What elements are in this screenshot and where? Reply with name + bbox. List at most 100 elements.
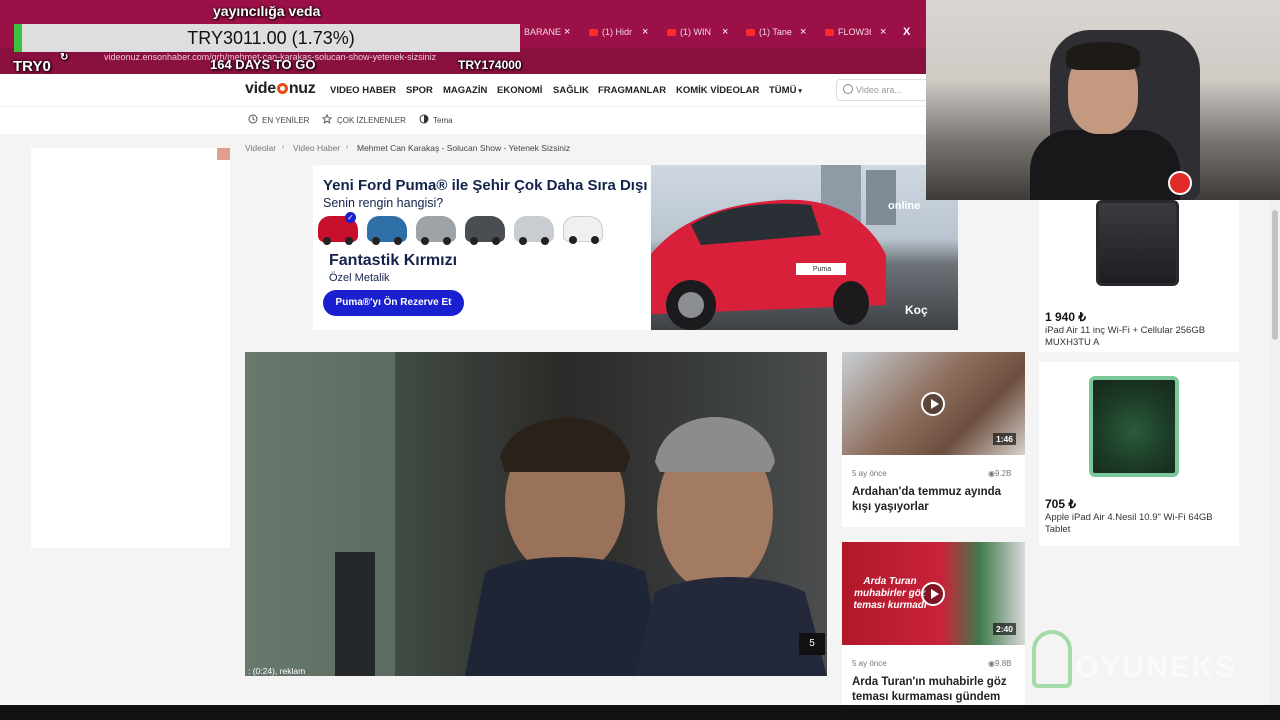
nav-tumu-label: TÜMÜ bbox=[769, 85, 797, 96]
color-swatch-blue[interactable] bbox=[367, 216, 407, 245]
tab-label: (1) Hidr bbox=[602, 27, 633, 37]
browser-tab[interactable]: (1) WIN bbox=[667, 22, 717, 42]
youtube-icon bbox=[589, 29, 598, 37]
color-swatch-grey[interactable] bbox=[465, 216, 505, 245]
x-logo-icon: X bbox=[903, 26, 911, 38]
breadcrumb-videos[interactable]: Videolar bbox=[245, 143, 276, 153]
play-icon[interactable] bbox=[921, 392, 945, 416]
browser-tab[interactable]: BARANE bbox=[524, 22, 564, 42]
youtube-icon bbox=[667, 29, 676, 37]
video-duration: 1:46 bbox=[993, 433, 1017, 445]
refresh-icon: ↻ bbox=[60, 52, 69, 63]
bottom-bar bbox=[0, 705, 1280, 720]
tab-close-icon[interactable]: × bbox=[880, 22, 886, 42]
product-name[interactable]: Apple iPad Air 4.Nesil 10.9" Wi-Fi 64GB … bbox=[1045, 512, 1225, 536]
ad-timer: : (0:24), reklam bbox=[248, 666, 306, 676]
ad-color-name: Fantastik Kırmızı bbox=[329, 252, 458, 269]
chevron-right-icon: › bbox=[282, 144, 285, 151]
video-duration: 2:40 bbox=[993, 623, 1017, 635]
logo-text-left: vide bbox=[245, 80, 276, 97]
tab-label: BARANE bbox=[524, 27, 562, 37]
ad-partner: Koç bbox=[905, 303, 928, 317]
eye-icon: ◉ bbox=[988, 659, 995, 668]
color-swatch-silver[interactable] bbox=[416, 216, 456, 245]
counter-left: TRY0 bbox=[13, 58, 51, 75]
thumbnail-caption: Arda Turan muhabirler göz teması kurmadı bbox=[853, 576, 927, 611]
star-icon bbox=[322, 114, 332, 124]
screen: BARANE × (1) Hidr × (1) WIN × (1) Tane ×… bbox=[0, 0, 1280, 720]
theme-icon bbox=[419, 114, 429, 124]
ipad-image bbox=[1096, 200, 1179, 286]
breadcrumb-current: Mehmet Can Karakaş - Solucan Show - Yete… bbox=[357, 143, 571, 153]
play-icon[interactable] bbox=[921, 582, 945, 606]
chevron-right-icon: › bbox=[346, 144, 349, 151]
ad-brand: online bbox=[888, 200, 921, 212]
oyuneks-logo-icon bbox=[1032, 630, 1072, 688]
tab-label: (1) WIN bbox=[680, 27, 711, 37]
video-age: 5 ay önce bbox=[852, 659, 887, 668]
tab-close-icon[interactable]: × bbox=[800, 22, 806, 42]
scrollbar-thumb[interactable] bbox=[1272, 210, 1278, 340]
tab-close-icon[interactable]: × bbox=[564, 22, 570, 42]
adchoices-icon[interactable] bbox=[217, 148, 230, 160]
view-count-value: 9.8B bbox=[994, 659, 1012, 668]
browser-tab[interactable]: FLOW36 bbox=[825, 22, 871, 42]
nav-magazin[interactable]: MAGAZİN bbox=[443, 85, 487, 96]
nav-tumu[interactable]: TÜMÜ ▾ bbox=[769, 85, 802, 96]
sub-nav bbox=[0, 107, 926, 134]
site-logo[interactable]: vide nuz bbox=[245, 80, 316, 98]
related-video-title[interactable]: Arda Turan'ın muhabirle göz teması kurma… bbox=[852, 675, 1017, 705]
tab-label: (1) Tane bbox=[759, 27, 792, 37]
video-age: 5 ay önce bbox=[852, 469, 887, 478]
history-icon bbox=[248, 114, 258, 124]
tab-label: FLOW36 bbox=[838, 27, 871, 37]
product-price: 1 940 ₺ bbox=[1045, 310, 1086, 324]
product-name[interactable]: iPad Air 11 inç Wi-Fi + Cellular 256GB M… bbox=[1045, 325, 1225, 349]
subnav-newest[interactable]: EN YENİLER bbox=[262, 116, 309, 125]
ad-subtitle: Senin rengin hangisi? bbox=[323, 196, 444, 210]
color-swatch-white[interactable] bbox=[563, 216, 603, 244]
turkish-flag-icon bbox=[1168, 171, 1192, 195]
ipad-image bbox=[1089, 376, 1179, 477]
browser-tab[interactable]: (1) Tane bbox=[746, 22, 796, 42]
product-price: 705 ₺ bbox=[1045, 497, 1076, 511]
nav-fragmanlar[interactable]: FRAGMANLAR bbox=[598, 85, 666, 96]
nav-komik-videolar[interactable]: KOMİK VİDEOLAR bbox=[676, 85, 759, 96]
skip-counter[interactable]: 5 bbox=[799, 633, 825, 655]
color-swatch-light-grey[interactable] bbox=[514, 216, 554, 245]
nav-saglik[interactable]: SAĞLIK bbox=[553, 85, 589, 96]
caret-down-icon: ▾ bbox=[796, 88, 802, 95]
nav-spor[interactable]: SPOR bbox=[406, 85, 433, 96]
ticker-value: TRY3011.00 (1.73%) bbox=[187, 28, 355, 48]
nav-video-haber[interactable]: VIDEO HABER bbox=[330, 85, 396, 96]
browser-tab[interactable]: X bbox=[903, 22, 923, 42]
left-ad-slot bbox=[31, 148, 230, 548]
selected-check-icon: ✓ bbox=[345, 212, 356, 223]
ad-title: Yeni Ford Puma® ile Şehir Çok Daha Sıra … bbox=[323, 177, 648, 194]
view-count: ◉9.2B bbox=[988, 469, 1011, 478]
reserve-button[interactable]: Puma®'yı Ön Rezerve Et bbox=[323, 290, 464, 316]
ad-finish: Özel Metalik bbox=[329, 272, 390, 284]
video-player[interactable] bbox=[245, 352, 827, 676]
tab-close-icon[interactable]: × bbox=[642, 22, 648, 42]
youtube-icon bbox=[825, 29, 834, 37]
tab-close-icon[interactable]: × bbox=[722, 22, 728, 42]
donation-ticker: TRY3011.00 (1.73%) bbox=[14, 24, 520, 52]
streamer-body bbox=[1030, 130, 1180, 200]
goal-amount: TRY174000 bbox=[458, 58, 522, 72]
ad-plate: Puma bbox=[800, 264, 844, 275]
browser-tab[interactable]: (1) Hidr bbox=[589, 22, 637, 42]
related-video-title[interactable]: Ardahan'da temmuz ayında kışı yaşıyorlar bbox=[852, 485, 1017, 515]
streamer-hair bbox=[1066, 42, 1140, 70]
logo-o-icon bbox=[276, 83, 288, 94]
subnav-most-viewed[interactable]: ÇOK İZLENENLER bbox=[337, 116, 406, 125]
youtube-icon bbox=[746, 29, 755, 37]
search-icon bbox=[843, 84, 853, 94]
eye-icon: ◉ bbox=[988, 469, 995, 478]
breadcrumb-video-haber[interactable]: Video Haber bbox=[293, 143, 340, 153]
logo-text-right: nuz bbox=[288, 80, 316, 97]
nav-ekonomi[interactable]: EKONOMİ bbox=[497, 85, 542, 96]
oyuneks-watermark: OYUNEKS bbox=[1075, 651, 1238, 684]
search-placeholder: Video ara... bbox=[856, 85, 902, 95]
subnav-theme[interactable]: Tema bbox=[433, 116, 453, 125]
